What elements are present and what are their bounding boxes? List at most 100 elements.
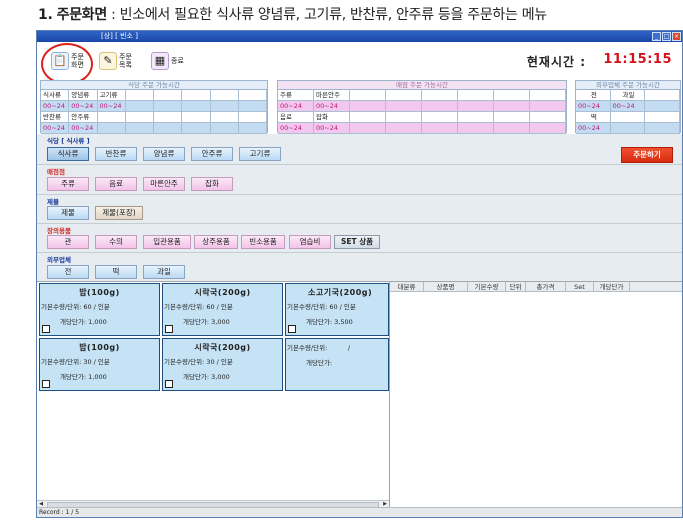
section-divider [37,223,682,224]
place-order-button[interactable]: 주문하기 [621,147,673,163]
product-price: 개당단가: 1,000 [60,373,107,381]
funeral-coffin-button[interactable]: 관 [47,235,89,249]
section-divider [37,194,682,195]
category-meal-button[interactable]: 식사류 [47,147,89,161]
hours-label: 양념류 [69,90,98,101]
order-list-label-1: 주문 [119,53,132,61]
window-title: [상] [ 빈소 ] [101,32,138,40]
hours-label: 음료 [278,112,314,123]
product-price: 개당단가: 3,000 [183,373,230,381]
current-time-label: 현재시간 : [526,55,586,69]
hours-label: 반찬류 [41,112,70,123]
menu-panel: 식당 [ 식사류 ] 식사류 반찬류 양념류 안주류 고기류 주문하기 매점점 … [37,134,682,281]
restaurant-hours-panel: 식당 주문 가능시간 식사류 양념류 고기류 00~24 00~24 00~24… [40,80,268,134]
funeral-chief-mourner-button[interactable]: 상주용품 [194,235,238,249]
external-ricecake-button[interactable]: 떡 [95,265,137,279]
hours-label: 안주류 [69,112,98,123]
offering-packed-button[interactable]: 제물(포장) [95,206,143,220]
product-checkbox[interactable] [288,325,296,333]
product-list: 밥(100g) 기본수량/단위: 60 / 인분 개당단가: 1,000 시락국… [37,281,389,508]
title-bar[interactable]: [상] [ 빈소 ] _ □ × [37,31,682,42]
funeral-encoffin-button[interactable]: 입관용품 [143,235,191,249]
column-header[interactable]: Set [566,282,594,291]
column-header[interactable]: 기본수량 [468,282,506,291]
product-checkbox[interactable] [42,380,50,388]
product-card[interactable]: 밥(100g) 기본수량/단위: 30 / 인분 개당단가: 1,000 [39,338,160,391]
product-name: 밥(100g) [79,288,120,297]
product-name: 소고기국(200g) [308,288,373,297]
store-sundries-button[interactable]: 잡화 [191,177,233,191]
external-section-title: 외부업체 [47,256,71,264]
product-card[interactable]: 밥(100g) 기본수량/단위: 60 / 인분 개당단가: 1,000 [39,283,160,336]
category-snack-button[interactable]: 안주류 [191,147,233,161]
hours-value: 00~24 [69,123,98,134]
store-hours-title: 매점 주문 가능시간 [278,81,566,90]
product-price: 개당단가: 1,000 [60,318,107,326]
product-checkbox[interactable] [165,325,173,333]
column-header[interactable]: 총가격 [526,282,566,291]
funeral-section-title: 장의용품 [47,227,71,235]
section-divider [37,252,682,253]
store-dried-snack-button[interactable]: 마른안주 [143,177,185,191]
product-checkbox[interactable] [42,325,50,333]
column-header[interactable]: 개당단가 [594,282,630,291]
minimize-button[interactable]: _ [652,32,661,41]
funeral-washing-button[interactable]: 염습비 [289,235,331,249]
product-card[interactable]: 소고기국(200g) 기본수량/단위: 60 / 인분 개당단가: 3,500 [285,283,389,336]
toolbar: 📋 주문 화면 ✎ 주문 목록 ▦ 종료 현재시간 : 11:15:15 [37,43,682,85]
hours-value: 00~24 [41,123,70,134]
column-header[interactable]: 상품명 [424,282,468,291]
app-window: [상] [ 빈소 ] _ □ × 📋 주문 화면 ✎ 주문 목록 ▦ 종료 현재시간… [36,30,683,518]
funeral-set-button[interactable]: SET 상품 [334,235,380,249]
product-card[interactable]: 기본수량/단위: / 개당단가: [285,338,389,391]
hours-value: 00~24 [278,101,314,112]
maximize-button[interactable]: □ [662,32,671,41]
product-price: 개당단가: 3,000 [183,318,230,326]
caption-description: 빈소에서 필요한 식사류 양념류, 고기류, 반찬류, 안주류 등을 주문하는 … [119,7,548,23]
order-list-button[interactable]: ✎ 주문 목록 [99,47,132,75]
product-name: 밥(100g) [79,343,120,352]
product-checkbox[interactable] [165,380,173,388]
order-screen-button[interactable]: 📋 주문 화면 [51,47,84,75]
close-button[interactable]: × [672,32,681,41]
category-meat-button[interactable]: 고기류 [239,147,281,161]
category-seasoning-button[interactable]: 양념류 [143,147,185,161]
store-section-title: 매점점 [47,168,65,176]
product-price: 개당단가: [306,359,333,367]
hours-label: 과일 [610,90,646,101]
offering-button[interactable]: 제물 [47,206,89,220]
funeral-shroud-button[interactable]: 수의 [95,235,137,249]
page-caption: 1. 주문화면 : 빈소에서 필요한 식사류 양념류, 고기류, 반찬류, 안주… [38,4,547,24]
section-divider [37,164,682,165]
funeral-altar-button[interactable]: 빈소용품 [241,235,285,249]
hours-value: 00~24 [41,101,70,112]
column-header[interactable]: 단위 [506,282,526,291]
order-screen-label-1: 주문 [71,53,84,61]
order-table: 대분류 상품명 기본수량 단위 총가격 Set 개당단가 [389,281,682,508]
hours-value: 00~24 [576,123,611,134]
product-card[interactable]: 시락국(200g) 기본수량/단위: 60 / 인분 개당단가: 3,000 [162,283,283,336]
column-header[interactable]: 대분류 [390,282,424,291]
exit-label: 종료 [171,57,184,65]
product-quantity: 기본수량/단위: 60 / 인분 [41,303,110,311]
external-hours-panel: 외부업체 주문 가능시간 전 과일 00~24 00~24 떡 00~24 [575,80,681,134]
store-liquor-button[interactable]: 주류 [47,177,89,191]
product-quantity: 기본수량/단위: 30 / 인분 [41,358,110,366]
product-card[interactable]: 시락국(200g) 기본수량/단위: 30 / 인분 개당단가: 3,000 [162,338,283,391]
hours-label: 주류 [278,90,314,101]
external-fruit-button[interactable]: 과일 [143,265,185,279]
order-screen-label-2: 화면 [71,61,84,69]
store-beverage-button[interactable]: 음료 [95,177,137,191]
order-table-header: 대분류 상품명 기본수량 단위 총가격 Set 개당단가 [390,282,682,292]
hours-label: 고기류 [97,90,126,101]
hours-value: 00~24 [576,101,611,112]
current-time-value: 11:15:15 [603,52,672,67]
status-bar: Record : 1 / 5 [37,507,682,517]
hours-value: 00~24 [69,101,98,112]
hours-label: 식사류 [41,90,70,101]
caption-number: 1. [38,7,53,23]
external-pancake-button[interactable]: 전 [47,265,89,279]
category-side-button[interactable]: 반찬류 [95,147,137,161]
exit-button[interactable]: ▦ 종료 [151,47,184,75]
caption-title: 주문화면 [56,7,108,23]
